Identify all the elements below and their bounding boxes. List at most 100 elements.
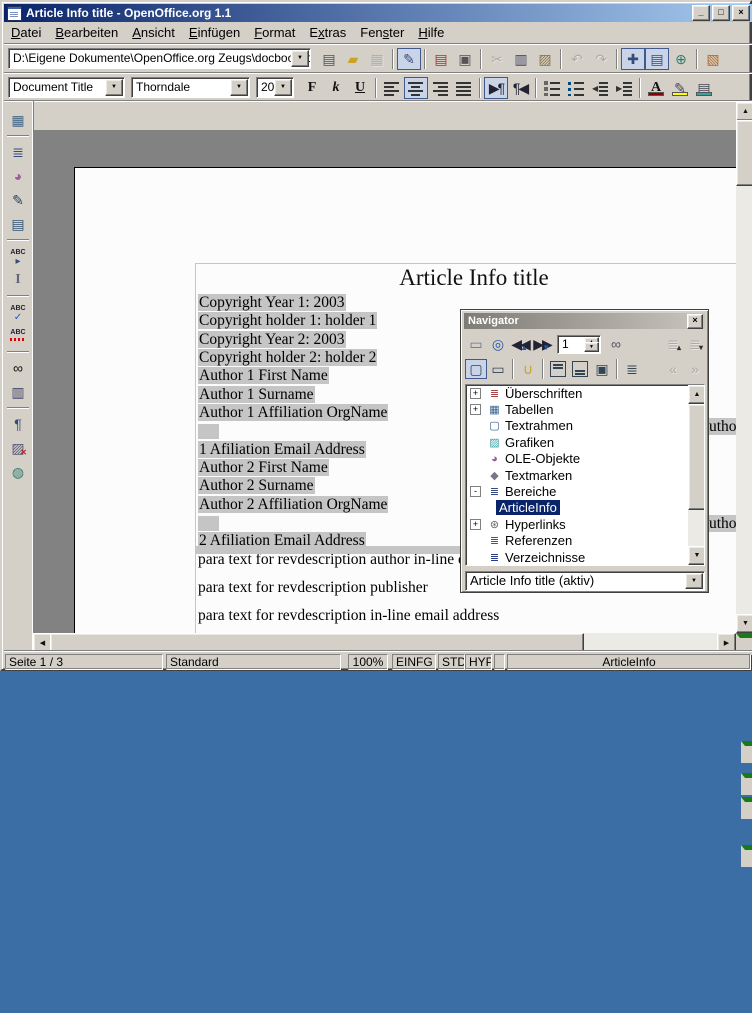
title-bar[interactable]: Article Info title - OpenOffice.org 1.1 … bbox=[4, 4, 752, 22]
tree-expander[interactable]: + bbox=[470, 404, 481, 415]
statusbar-cell-section[interactable]: ArticleInfo bbox=[507, 654, 751, 670]
anchor-text-button[interactable]: ▣ bbox=[591, 359, 613, 379]
navigation-button[interactable]: ◎ bbox=[487, 334, 509, 354]
copy-button[interactable]: ▥ bbox=[509, 48, 533, 70]
menu-item-einfgen[interactable]: Einfügen bbox=[182, 23, 247, 42]
new-document-button[interactable]: ▤ bbox=[317, 48, 341, 70]
next-button[interactable]: ▶▶▼ bbox=[531, 334, 553, 354]
statusbar-cell-insert-mode[interactable]: EINFG bbox=[392, 654, 436, 670]
paragraph-style-combobox[interactable]: Document Title ▼ bbox=[8, 77, 125, 98]
previous-button[interactable]: ◀◀▲ bbox=[509, 334, 531, 354]
tree-item-tabellen[interactable]: +▦Tabellen bbox=[466, 401, 704, 417]
paste-button[interactable]: ▨ bbox=[533, 48, 557, 70]
heading-levels-button[interactable]: ≣ bbox=[621, 359, 643, 379]
hyperlink-dialog-button[interactable]: ⊕ bbox=[669, 48, 693, 70]
scroll-down-button[interactable]: ▼ bbox=[736, 614, 752, 633]
tree-item-hyperlinks[interactable]: +⊛Hyperlinks bbox=[466, 516, 704, 532]
minimize-button[interactable]: _ bbox=[692, 5, 710, 21]
close-button[interactable]: × bbox=[732, 5, 750, 21]
maximize-button[interactable]: □ bbox=[712, 5, 730, 21]
footer-button[interactable] bbox=[569, 359, 591, 379]
paragraph-background-button[interactable]: ▤ bbox=[692, 77, 716, 99]
page-number-spinner[interactable]: 1▲▼ bbox=[557, 335, 601, 354]
auto-spellcheck-button[interactable]: ABC bbox=[6, 325, 30, 347]
graphics-on-off-button[interactable]: ▨✕ bbox=[6, 437, 30, 459]
decrease-indent-button[interactable]: ◀ bbox=[588, 77, 612, 99]
tree-item-textmarken[interactable]: ◆Textmarken bbox=[466, 467, 704, 483]
set-reminder-button[interactable]: ∪ bbox=[517, 359, 539, 379]
autotext-button[interactable]: ABC▸ bbox=[6, 245, 30, 267]
tree-item-berschriften[interactable]: +≣Überschriften bbox=[466, 385, 704, 401]
navigator-toggle-button[interactable]: ✚ bbox=[621, 48, 645, 70]
navigator-document-dropdown-button[interactable]: ▼ bbox=[685, 573, 703, 589]
navigator-title-bar[interactable]: Navigator × bbox=[464, 313, 705, 329]
menu-item-ansicht[interactable]: Ansicht bbox=[125, 23, 182, 42]
tree-scroll-up-button[interactable]: ▲ bbox=[688, 385, 705, 404]
menu-item-extras[interactable]: Extras bbox=[302, 23, 353, 42]
text-direction-ltr-button[interactable]: ▶¶ bbox=[484, 77, 508, 99]
spellcheck-button[interactable]: ABC✓ bbox=[6, 301, 30, 323]
align-justify-button[interactable] bbox=[452, 77, 476, 99]
statusbar-cell-hyperlink-mode[interactable]: HYP bbox=[465, 654, 492, 670]
underline-button[interactable]: U bbox=[348, 77, 372, 99]
align-left-button[interactable] bbox=[380, 77, 404, 99]
insert-fields-button[interactable]: ≣ bbox=[6, 141, 30, 163]
find-replace-button[interactable]: ∞ bbox=[6, 357, 30, 379]
export-pdf-button[interactable]: ▤ bbox=[429, 48, 453, 70]
statusbar-cell-page-style[interactable]: Standard bbox=[166, 654, 341, 670]
size-dropdown-button[interactable]: ▼ bbox=[274, 79, 292, 96]
tree-item-bereiche[interactable]: -≣Bereiche bbox=[466, 483, 704, 499]
bold-button[interactable]: F bbox=[300, 77, 324, 99]
document-title-text[interactable]: Article Info title bbox=[196, 265, 736, 291]
horizontal-scrollbar[interactable]: ◀ ▶ bbox=[33, 633, 736, 650]
numbering-on-off-button[interactable] bbox=[540, 77, 564, 99]
navigator-window[interactable]: Navigator × ▭◎◀◀▲▶▶▼1▲▼∞≣▴≣▾ ▢▭∪▣≣«» +≣Ü… bbox=[460, 309, 709, 593]
drag-mode-button[interactable]: ∞ bbox=[605, 334, 627, 354]
menu-item-hilfe[interactable]: Hilfe bbox=[411, 23, 451, 42]
data-source-toggle-button[interactable]: ▭ bbox=[465, 334, 487, 354]
document-paragraph[interactable]: para text for revdescription in-line ema… bbox=[198, 607, 736, 625]
insert-object-button[interactable]: ◕ bbox=[6, 165, 30, 187]
font-dropdown-button[interactable]: ▼ bbox=[230, 79, 248, 96]
menu-item-format[interactable]: Format bbox=[247, 23, 302, 42]
align-center-button[interactable] bbox=[404, 77, 428, 99]
online-layout-button[interactable]: ◍ bbox=[6, 461, 30, 483]
tree-item-referenzen[interactable]: ≣Referenzen bbox=[466, 533, 704, 549]
statusbar-cell-empty[interactable] bbox=[494, 654, 505, 670]
statusbar-cell-zoom[interactable]: 100% bbox=[348, 654, 388, 670]
scroll-up-button[interactable]: ▲ bbox=[736, 102, 752, 121]
open-button[interactable]: ▰ bbox=[341, 48, 365, 70]
highlighting-button[interactable]: ✎ bbox=[668, 77, 692, 99]
vertical-scrollbar[interactable]: ▲ ▼ bbox=[736, 102, 752, 633]
tree-item-grafiken[interactable]: ▨Grafiken bbox=[466, 434, 704, 450]
tree-item-articleinfo[interactable]: ArticleInfo bbox=[466, 500, 704, 516]
global-view-toggle-button[interactable]: ▭ bbox=[487, 359, 509, 379]
style-dropdown-button[interactable]: ▼ bbox=[105, 79, 123, 96]
font-color-button[interactable]: A bbox=[644, 77, 668, 99]
font-name-combobox[interactable]: Thorndale ▼ bbox=[131, 77, 250, 98]
bullets-on-off-button[interactable] bbox=[564, 77, 588, 99]
statusbar-cell-selection-mode[interactable]: STD bbox=[438, 654, 465, 670]
data-sources-button[interactable]: ▥ bbox=[6, 381, 30, 403]
header-button[interactable] bbox=[547, 359, 569, 379]
spinner-down-button[interactable]: ▼ bbox=[584, 342, 599, 352]
tree-expander[interactable]: - bbox=[470, 486, 481, 497]
menu-item-fenster[interactable]: Fenster bbox=[353, 23, 411, 42]
vertical-scroll-thumb[interactable] bbox=[736, 120, 752, 186]
content-view-toggle-button[interactable]: ▢ bbox=[465, 359, 487, 379]
tree-expander[interactable]: + bbox=[470, 388, 481, 399]
tree-item-oleobjekte[interactable]: ◕OLE-Objekte bbox=[466, 451, 704, 467]
edit-file-button[interactable]: ✎ bbox=[397, 48, 421, 70]
insert-table-button[interactable]: ▦ bbox=[6, 109, 30, 131]
menu-item-bearbeiten[interactable]: Bearbeiten bbox=[48, 23, 125, 42]
increase-indent-button[interactable]: ▶ bbox=[612, 77, 636, 99]
navigator-document-combobox[interactable]: Article Info title (aktiv) ▼ bbox=[465, 571, 705, 591]
url-dropdown-button[interactable]: ▼ bbox=[291, 50, 309, 67]
form-functions-button[interactable]: ▤ bbox=[6, 213, 30, 235]
stylist-toggle-button[interactable]: ▤ bbox=[645, 48, 669, 70]
italic-button[interactable]: k bbox=[324, 77, 348, 99]
show-draw-functions-button[interactable]: ✎ bbox=[6, 189, 30, 211]
menu-item-datei[interactable]: Datei bbox=[4, 23, 48, 42]
tree-scroll-thumb[interactable] bbox=[688, 404, 705, 510]
tree-item-verzeichnisse[interactable]: ≣Verzeichnisse bbox=[466, 549, 704, 565]
